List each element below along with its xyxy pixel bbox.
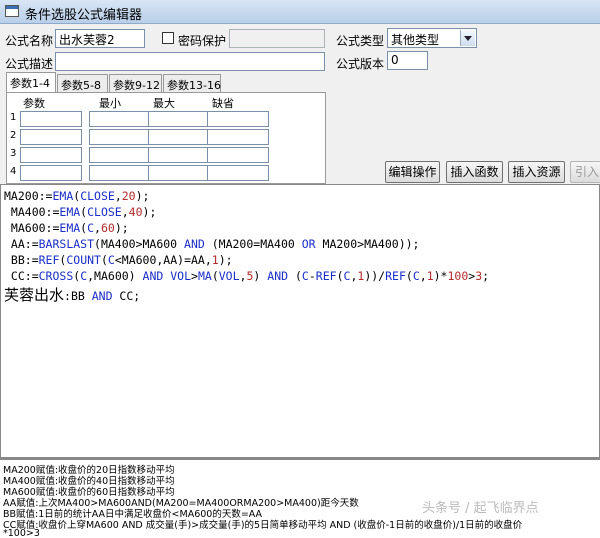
code-line: CC:=CROSS(C,MA600) AND VOL>MA(VOL,5) AND… — [4, 269, 490, 283]
description-line: *100>3 — [3, 528, 40, 538]
default-col-header: 缺省 — [212, 97, 234, 110]
param-min-cell[interactable] — [89, 129, 151, 145]
formula-version-input[interactable]: 0 — [387, 51, 428, 70]
password-input[interactable] — [229, 29, 325, 48]
formula-desc-label: 公式描述 — [5, 57, 54, 71]
tab-params-1-4[interactable]: 参数1-4 — [6, 72, 56, 93]
title-bar: 条件选股公式编辑器 — [0, 0, 600, 24]
insert-resource-button[interactable]: 插入资源 — [508, 161, 565, 183]
password-checkbox[interactable] — [162, 32, 174, 44]
formula-name-label: 公式名称 — [5, 34, 54, 48]
formula-type-label: 公式类型 — [336, 34, 385, 48]
param-name-cell[interactable] — [20, 147, 82, 163]
code-line: MA600:=EMA(C,60); — [4, 221, 129, 235]
code-line: MA400:=EMA(CLOSE,40); — [4, 205, 157, 219]
param-name-cell[interactable] — [20, 129, 82, 145]
formula-version-label: 公式版本 — [336, 57, 385, 71]
param-default-cell[interactable] — [207, 129, 269, 145]
param-col-header: 参数 — [23, 97, 45, 110]
formula-type-select[interactable]: 其他类型 — [387, 28, 477, 48]
password-label: 密码保护 — [178, 34, 227, 48]
tab-params-5-8[interactable]: 参数5-8 — [57, 74, 108, 92]
tab-params-13-16[interactable]: 参数13-16 — [163, 74, 221, 92]
watermark: 头条号 / 起飞临界点 — [422, 501, 539, 516]
param-min-cell[interactable] — [89, 165, 151, 181]
chevron-down-icon[interactable] — [460, 30, 475, 46]
param-max-cell[interactable] — [148, 129, 210, 145]
formula-desc-input[interactable] — [55, 52, 325, 71]
formula-type-value: 其他类型 — [391, 33, 440, 47]
param-max-cell[interactable] — [148, 147, 210, 163]
app-icon — [5, 5, 19, 17]
param-name-cell[interactable] — [20, 111, 82, 127]
param-min-cell[interactable] — [89, 111, 151, 127]
import-button[interactable]: 引入 — [570, 161, 600, 183]
code-line: AA:=BARSLAST(MA400>MA600 AND (MA200=MA40… — [4, 237, 420, 251]
code-line: MA200:=EMA(CLOSE,20); — [4, 189, 150, 203]
code-editor[interactable]: MA200:=EMA(CLOSE,20); MA400:=EMA(CLOSE,4… — [0, 184, 600, 458]
param-name-cell[interactable] — [20, 165, 82, 181]
window-title: 条件选股公式编辑器 — [25, 8, 143, 23]
param-default-cell[interactable] — [207, 111, 269, 127]
param-min-cell[interactable] — [89, 147, 151, 163]
edit-operation-button[interactable]: 编辑操作 — [385, 161, 440, 183]
code-line: 芙蓉出水:BB AND CC; — [4, 286, 141, 304]
formula-name-input[interactable]: 出水芙蓉2 — [55, 29, 145, 48]
param-default-cell[interactable] — [207, 165, 269, 181]
param-max-cell[interactable] — [148, 111, 210, 127]
min-col-header: 最小 — [99, 97, 121, 110]
params-panel: 参数 最小 最大 缺省 1 2 3 4 — [6, 92, 326, 184]
row-number: 4 — [10, 166, 17, 177]
description-line: CC赋值:收盘价上穿MA600 AND 成交量(手)>成交量(手)的5日简单移动… — [3, 520, 523, 531]
row-number: 2 — [10, 130, 17, 141]
insert-function-button[interactable]: 插入函数 — [446, 161, 503, 183]
param-default-cell[interactable] — [207, 147, 269, 163]
row-number: 1 — [10, 112, 17, 123]
tab-params-9-12[interactable]: 参数9-12 — [109, 74, 162, 92]
max-col-header: 最大 — [153, 97, 175, 110]
param-max-cell[interactable] — [148, 165, 210, 181]
row-number: 3 — [10, 148, 17, 159]
code-line: BB:=REF(COUNT(C<MA600,AA)=AA,1); — [4, 253, 233, 267]
